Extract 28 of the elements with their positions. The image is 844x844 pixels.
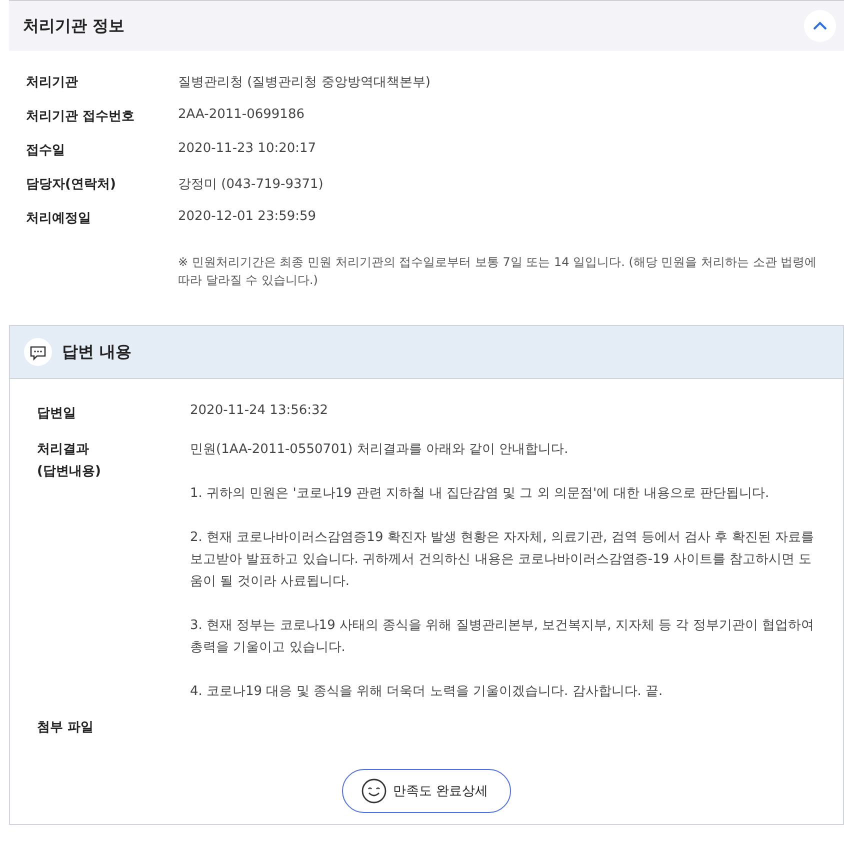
field-label: 처리결과 xyxy=(37,441,89,459)
field-value: 2020-11-24 13:56:32 xyxy=(190,403,328,420)
field-label: 처리기관 xyxy=(26,74,79,91)
field-value: 2AA-2011-0699186 xyxy=(178,107,304,122)
field-value: 강정미 (043-719-9371) xyxy=(178,176,324,193)
field-label: 답변일 xyxy=(37,405,77,423)
field-label: 처리예정일 xyxy=(26,210,92,227)
answer-paragraph: 4. 코로나19 대응 및 종식을 위해 더욱더 노력을 기울이겠습니다. 감사합니다. 끝. xyxy=(190,683,664,701)
smiley-icon xyxy=(360,778,387,804)
answer-paragraph: 1. 귀하의 민원은 '코로나19 관련 지하철 내 집단감염 및 그 외 의문점'에 대한 내용으로 판단됩니다. xyxy=(190,485,770,503)
field-value: 질병관리청 (질병관리청 중앙방역대책본부) xyxy=(178,74,430,91)
collapse-button[interactable] xyxy=(804,10,836,42)
chat-bubble-icon xyxy=(24,338,52,366)
answer-paragraph: 민원(1AA-2011-0550701) 처리결과를 아래와 같이 안내합니다. xyxy=(190,441,570,459)
answer-paragraph: 2. 현재 코로나바이러스감염증19 확진자 발생 현황은 자자체, 의료기관, 검역 등에서 검사 후 확진된 자료를 보고받아 발표하고 있습니다. 귀하께서 건의하신 내용은 코로나바이러스감염증-19 사이트를 참고하시면 도움이 될 것이라 사료됩니다. xyxy=(190,529,815,591)
answer-paragraph: 3. 현재 정부는 코로나19 사태의 종식을 위해 질병관리본부, 보건복지부, 지자체 등 각 정부기관이 협업하여 총력을 기울이고 있습니다. xyxy=(190,617,815,657)
field-value: 2020-12-01 23:59:59 xyxy=(178,209,316,224)
field-label: 첨부 파일 xyxy=(37,719,95,737)
section-title: 처리기관 정보 xyxy=(23,16,125,36)
satisfaction-button[interactable]: 만족도 완료상세 xyxy=(342,769,512,813)
field-label: 접수일 xyxy=(26,142,66,159)
chevron-icon xyxy=(812,21,828,31)
field-label: 처리기관 접수번호 xyxy=(26,108,136,125)
field-value: 2020-11-23 10:20:17 xyxy=(178,141,316,156)
notice-text: ※ 민원처리기간은 최종 민원 처리기관의 접수일로부터 보통 7일 또는 14 일입니다. (해당 민원을 처리하는 소관 법령에 따라 달라질 수 있습니다.) xyxy=(178,254,818,289)
field-label: (답변내용) xyxy=(37,463,101,481)
section-title: 답변 내용 xyxy=(62,342,132,362)
field-label: 담당자(연락처) xyxy=(26,176,117,193)
